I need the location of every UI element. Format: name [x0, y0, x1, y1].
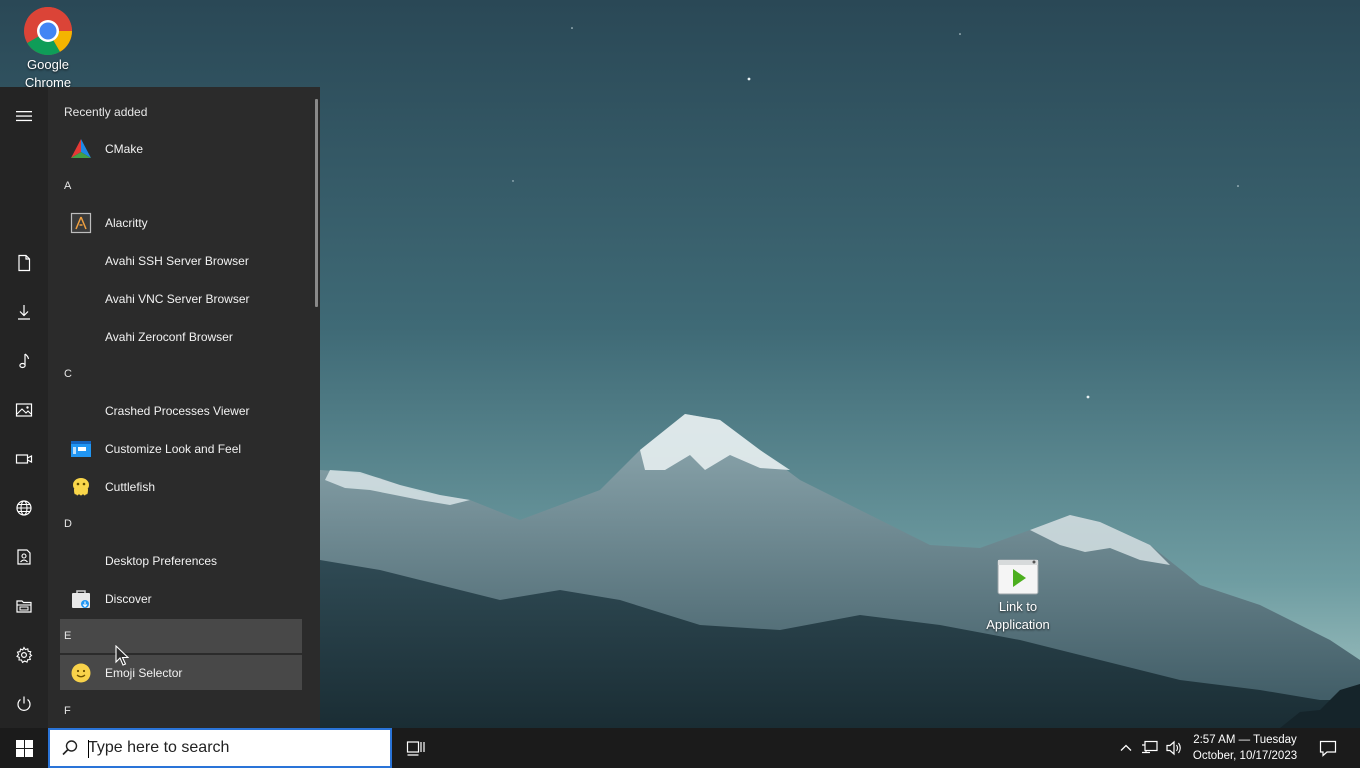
hamburger-menu-icon: [16, 111, 32, 122]
app-item-alacritty[interactable]: Alacritty: [60, 205, 302, 241]
app-item-emoji-selector[interactable]: Emoji Selector: [60, 655, 302, 690]
clock-time: 2:57 AM — Tuesday: [1193, 734, 1297, 746]
file-explorer-icon: [16, 600, 32, 613]
power-icon: [17, 696, 31, 711]
task-view-button[interactable]: [396, 728, 436, 768]
app-item-customize-look-and-feel[interactable]: Customize Look and Feel: [60, 431, 302, 467]
clock-date: October, 10/17/2023: [1192, 750, 1298, 762]
section-header-c[interactable]: C: [60, 356, 302, 392]
app-list-scrollbar[interactable]: [315, 99, 318, 307]
rail-downloads-button[interactable]: [0, 290, 48, 334]
app-label: Customize Look and Feel: [105, 442, 242, 456]
section-header-d[interactable]: D: [60, 506, 302, 542]
taskbar-clock[interactable]: 2:57 AM — Tuesday October, 10/17/2023: [1186, 732, 1304, 764]
search-input[interactable]: [88, 739, 378, 757]
music-note-icon: [19, 353, 30, 369]
desktop-icon-link-to-application[interactable]: Link to Application: [973, 558, 1063, 634]
network-icon: [1142, 740, 1158, 754]
chevron-up-icon: [1120, 744, 1132, 751]
user-folder-icon: [17, 549, 31, 565]
alacritty-icon: [70, 212, 92, 234]
app-item-avahi-zeroconf-browser[interactable]: Avahi Zeroconf Browser: [60, 319, 302, 355]
start-button[interactable]: [0, 728, 48, 768]
start-menu: Recently added CMake A Alacritty Avahi S…: [0, 87, 320, 728]
app-label: Cuttlefish: [105, 480, 156, 494]
taskbar-search-box[interactable]: [48, 728, 392, 768]
tray-volume-button[interactable]: [1163, 728, 1185, 768]
app-label: Crashed Processes Viewer: [105, 404, 250, 418]
app-label: Avahi SSH Server Browser: [105, 254, 249, 268]
app-item-avahi-vnc-server-browser[interactable]: Avahi VNC Server Browser: [60, 281, 302, 317]
recently-added-header: Recently added: [64, 105, 148, 119]
section-header-e[interactable]: E: [60, 619, 302, 653]
desktop-icon-label: Google Chrome: [24, 57, 72, 90]
rail-file-explorer-button[interactable]: [0, 584, 48, 628]
text-caret: [88, 740, 89, 758]
search-icon: [62, 740, 78, 756]
desktop-icon-label: Link to Application: [986, 599, 1050, 632]
discover-icon: [72, 590, 90, 608]
cuttlefish-icon: [73, 478, 89, 496]
windows-start-icon: [15, 739, 33, 757]
app-item-cmake[interactable]: CMake: [60, 131, 302, 167]
volume-icon: [1166, 740, 1181, 756]
action-center-button[interactable]: [1312, 728, 1344, 768]
rail-expand-button[interactable]: [0, 94, 48, 138]
app-item-desktop-preferences[interactable]: Desktop Preferences: [60, 543, 302, 579]
app-item-crashed-processes-viewer[interactable]: Crashed Processes Viewer: [60, 393, 302, 429]
settings-gear-icon: [16, 646, 33, 664]
video-icon: [15, 454, 33, 464]
app-label: Avahi Zeroconf Browser: [105, 330, 233, 344]
app-item-avahi-ssh-server-browser[interactable]: Avahi SSH Server Browser: [60, 243, 302, 279]
rail-settings-button[interactable]: [0, 633, 48, 677]
app-label: Avahi VNC Server Browser: [105, 292, 250, 306]
section-header-a[interactable]: A: [60, 168, 302, 204]
application-link-icon: [997, 559, 1039, 595]
network-globe-icon: [16, 500, 32, 516]
download-icon: [18, 305, 30, 320]
rail-network-button[interactable]: [0, 486, 48, 530]
task-view-icon: [406, 741, 425, 756]
taskbar: 2:57 AM — Tuesday October, 10/17/2023: [0, 728, 1360, 768]
rail-power-button[interactable]: [0, 682, 48, 726]
document-icon: [18, 254, 31, 272]
customize-look-icon: [71, 441, 91, 457]
start-menu-rail: [0, 87, 48, 728]
tray-show-hidden-button[interactable]: [1116, 728, 1136, 768]
rail-pictures-button[interactable]: [0, 388, 48, 432]
mouse-cursor-icon: [115, 645, 129, 666]
app-label: Discover: [105, 592, 152, 606]
rail-videos-button[interactable]: [0, 437, 48, 481]
emoji-icon: [71, 663, 91, 682]
rail-documents-button[interactable]: [0, 241, 48, 285]
notification-icon: [1319, 740, 1337, 757]
cmake-icon: [71, 139, 91, 158]
rail-music-button[interactable]: [0, 339, 48, 383]
desktop-icon-google-chrome[interactable]: Google Chrome: [3, 6, 93, 90]
app-label: Alacritty: [105, 216, 148, 230]
app-item-cuttlefish[interactable]: Cuttlefish: [60, 469, 302, 505]
rail-personal-folder-button[interactable]: [0, 535, 48, 579]
app-item-discover[interactable]: Discover: [60, 581, 302, 617]
app-label: Desktop Preferences: [105, 554, 218, 568]
start-menu-app-list: Recently added CMake A Alacritty Avahi S…: [60, 87, 302, 728]
app-label: Emoji Selector: [105, 665, 183, 680]
section-header-f[interactable]: F: [60, 693, 302, 728]
image-icon: [15, 403, 33, 417]
chrome-icon: [24, 6, 72, 56]
tray-network-button[interactable]: [1139, 728, 1161, 768]
app-label: CMake: [105, 142, 144, 156]
